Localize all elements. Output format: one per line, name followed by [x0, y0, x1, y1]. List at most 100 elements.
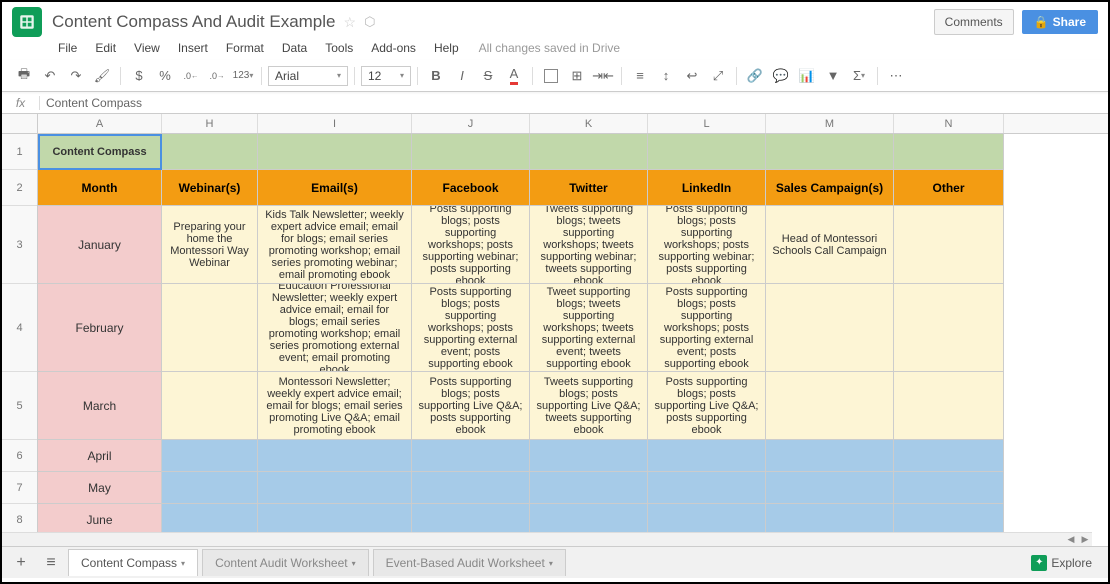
- data-cell[interactable]: [648, 440, 766, 472]
- column-label-cell[interactable]: Month: [38, 170, 162, 206]
- insert-chart-icon[interactable]: 📊: [795, 64, 819, 88]
- data-cell[interactable]: Posts supporting blogs; posts supporting…: [412, 372, 530, 440]
- tab-dropdown-icon[interactable]: ▾: [549, 559, 553, 568]
- data-cell[interactable]: May: [38, 472, 162, 504]
- header-cell[interactable]: [412, 134, 530, 170]
- header-cell[interactable]: [648, 134, 766, 170]
- column-header[interactable]: N: [894, 114, 1004, 133]
- data-cell[interactable]: [162, 472, 258, 504]
- more-formats[interactable]: 123▾: [231, 64, 255, 88]
- column-label-cell[interactable]: Other: [894, 170, 1004, 206]
- font-size-select[interactable]: 12▾: [361, 66, 411, 86]
- data-cell[interactable]: Education Professional Newsletter; weekl…: [258, 284, 412, 372]
- sheets-logo-icon[interactable]: [12, 7, 42, 37]
- data-cell[interactable]: Kids Talk Newsletter; weekly expert advi…: [258, 206, 412, 284]
- tab-dropdown-icon[interactable]: ▾: [352, 559, 356, 568]
- borders-icon[interactable]: ⊞: [565, 64, 589, 88]
- column-header[interactable]: A: [38, 114, 162, 133]
- fill-color-icon[interactable]: [539, 64, 563, 88]
- column-header[interactable]: I: [258, 114, 412, 133]
- formula-input[interactable]: Content Compass: [40, 94, 1108, 112]
- add-sheet-button[interactable]: +: [8, 550, 34, 576]
- column-header[interactable]: K: [530, 114, 648, 133]
- menu-add-ons[interactable]: Add-ons: [363, 38, 424, 58]
- column-label-cell[interactable]: LinkedIn: [648, 170, 766, 206]
- data-cell[interactable]: Tweets supporting blogs; tweets supporti…: [530, 206, 648, 284]
- column-header[interactable]: J: [412, 114, 530, 133]
- paint-format-icon[interactable]: 🖌: [90, 64, 114, 88]
- row-header[interactable]: 2: [2, 170, 37, 206]
- data-cell[interactable]: [894, 372, 1004, 440]
- insert-link-icon[interactable]: 🔗: [743, 64, 767, 88]
- data-cell[interactable]: Head of Montessori Schools Call Campaign: [766, 206, 894, 284]
- menu-help[interactable]: Help: [426, 38, 467, 58]
- data-cell[interactable]: [162, 440, 258, 472]
- print-icon[interactable]: 🖶: [12, 64, 36, 88]
- format-currency[interactable]: $: [127, 64, 151, 88]
- data-cell[interactable]: [766, 372, 894, 440]
- menu-view[interactable]: View: [126, 38, 168, 58]
- h-align-icon[interactable]: ≡: [628, 64, 652, 88]
- data-cell[interactable]: Posts supporting blogs; posts supporting…: [412, 284, 530, 372]
- star-icon[interactable]: ☆: [344, 14, 357, 31]
- undo-icon[interactable]: ↶: [38, 64, 62, 88]
- header-cell[interactable]: [766, 134, 894, 170]
- menu-edit[interactable]: Edit: [87, 38, 124, 58]
- data-cell[interactable]: [648, 472, 766, 504]
- data-cell[interactable]: [162, 372, 258, 440]
- data-cell[interactable]: January: [38, 206, 162, 284]
- data-cell[interactable]: [258, 440, 412, 472]
- comments-button[interactable]: Comments: [934, 9, 1014, 35]
- row-header[interactable]: 3: [2, 206, 37, 284]
- data-cell[interactable]: [894, 440, 1004, 472]
- text-color-icon[interactable]: A: [502, 64, 526, 88]
- column-header[interactable]: M: [766, 114, 894, 133]
- scroll-left-icon[interactable]: ◀: [1064, 534, 1078, 545]
- data-cell[interactable]: [766, 440, 894, 472]
- bold-icon[interactable]: B: [424, 64, 448, 88]
- header-cell[interactable]: Content Compass: [38, 134, 162, 170]
- menu-file[interactable]: File: [50, 38, 85, 58]
- format-percent[interactable]: %: [153, 64, 177, 88]
- data-cell[interactable]: [530, 440, 648, 472]
- decrease-decimal[interactable]: .0←: [179, 64, 203, 88]
- filter-icon[interactable]: ▼: [821, 64, 845, 88]
- data-cell[interactable]: [894, 472, 1004, 504]
- header-cell[interactable]: [162, 134, 258, 170]
- folder-icon[interactable]: ⬡: [364, 14, 375, 30]
- column-header[interactable]: L: [648, 114, 766, 133]
- data-cell[interactable]: [894, 284, 1004, 372]
- data-cell[interactable]: [412, 472, 530, 504]
- share-button[interactable]: 🔒 Share: [1022, 10, 1098, 34]
- column-label-cell[interactable]: Email(s): [258, 170, 412, 206]
- column-label-cell[interactable]: Webinar(s): [162, 170, 258, 206]
- data-cell[interactable]: [412, 440, 530, 472]
- sheet-tab[interactable]: Content Compass▾: [68, 549, 198, 576]
- merge-cells-icon[interactable]: ⇥⇤: [591, 64, 615, 88]
- row-header[interactable]: 1: [2, 134, 37, 170]
- all-sheets-button[interactable]: ≡: [38, 550, 64, 576]
- menu-insert[interactable]: Insert: [170, 38, 216, 58]
- data-cell[interactable]: February: [38, 284, 162, 372]
- header-cell[interactable]: [258, 134, 412, 170]
- scroll-right-icon[interactable]: ▶: [1078, 534, 1092, 545]
- data-cell[interactable]: Posts supporting blogs; posts supporting…: [648, 372, 766, 440]
- row-header[interactable]: 6: [2, 440, 37, 472]
- header-cell[interactable]: [894, 134, 1004, 170]
- data-cell[interactable]: March: [38, 372, 162, 440]
- data-cell[interactable]: Tweets supporting blogs; posts supportin…: [530, 372, 648, 440]
- insert-comment-icon[interactable]: 💬: [769, 64, 793, 88]
- menu-format[interactable]: Format: [218, 38, 272, 58]
- document-title[interactable]: Content Compass And Audit Example: [52, 12, 336, 32]
- explore-button[interactable]: ✦ Explore: [1021, 551, 1102, 575]
- column-label-cell[interactable]: Twitter: [530, 170, 648, 206]
- data-cell[interactable]: Preparing your home the Montessori Way W…: [162, 206, 258, 284]
- data-cell[interactable]: April: [38, 440, 162, 472]
- data-cell[interactable]: Posts supporting blogs; posts supporting…: [648, 284, 766, 372]
- tab-dropdown-icon[interactable]: ▾: [181, 559, 185, 568]
- sheet-tab[interactable]: Content Audit Worksheet▾: [202, 549, 369, 576]
- sheet-tab[interactable]: Event-Based Audit Worksheet▾: [373, 549, 566, 576]
- data-cell[interactable]: Posts supporting blogs; posts supporting…: [412, 206, 530, 284]
- menu-tools[interactable]: Tools: [317, 38, 361, 58]
- data-cell[interactable]: [894, 206, 1004, 284]
